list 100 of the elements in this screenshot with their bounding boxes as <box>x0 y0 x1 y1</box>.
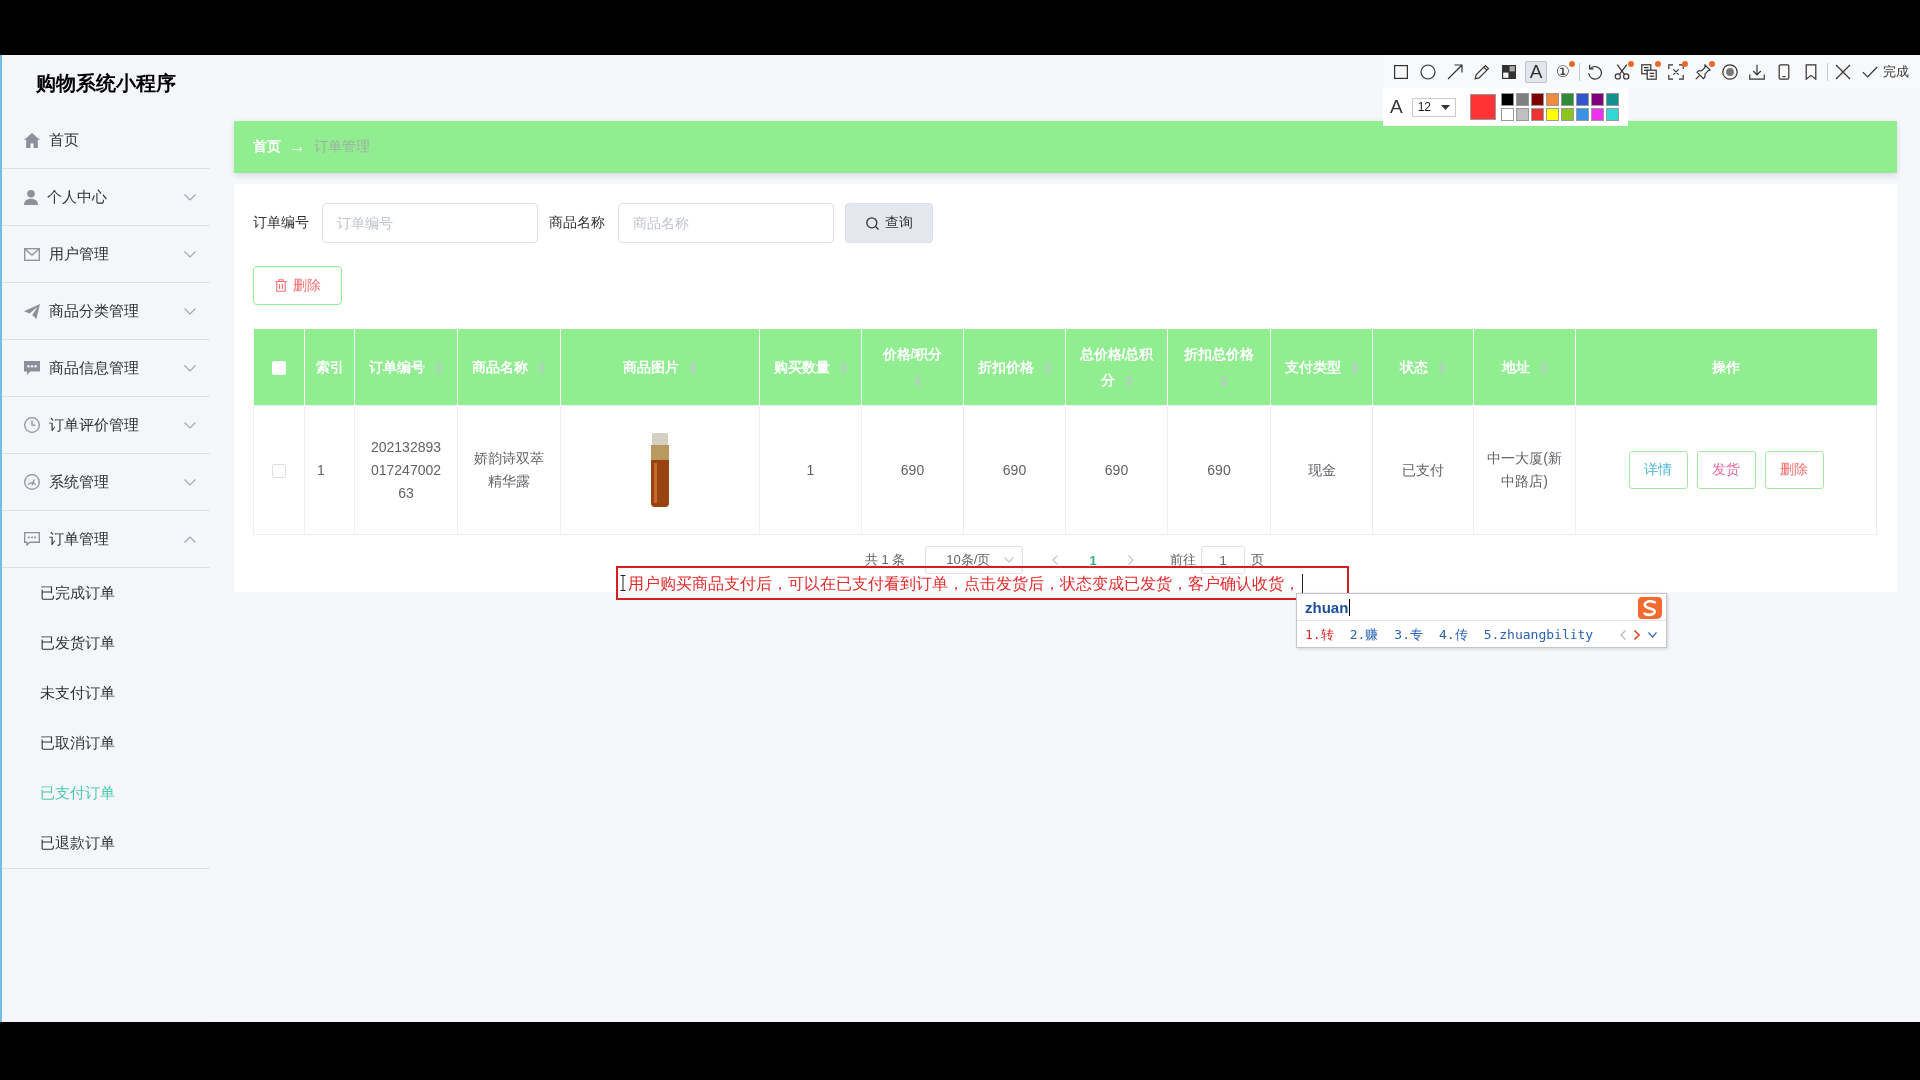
row-checkbox[interactable] <box>272 463 286 478</box>
bookmark-icon <box>1803 63 1819 80</box>
sidebar-item[interactable]: 个人中心 <box>2 169 210 226</box>
close-icon <box>1835 63 1851 80</box>
chat-bubble-icon <box>24 361 40 375</box>
color-swatch-icon[interactable] <box>1560 93 1574 106</box>
page-size-select[interactable]: 10条/页 <box>925 546 1024 574</box>
table-cell: 690 <box>963 405 1066 535</box>
color-swatch-icon[interactable] <box>1590 93 1604 106</box>
table-cell: 690 <box>861 405 964 535</box>
ime-candidate[interactable]: 1.转 <box>1305 625 1334 644</box>
search-field[interactable]: 订单编号 <box>322 203 538 243</box>
frame-cross-icon <box>1668 63 1684 80</box>
color-swatch-icon[interactable] <box>1530 108 1544 121</box>
pencil-icon <box>1474 63 1490 80</box>
text-tool[interactable]: A <box>1525 60 1547 83</box>
ime-candidate[interactable]: 5.zhuangbility <box>1483 627 1594 642</box>
submenu-item[interactable]: 已完成订单 <box>2 568 210 618</box>
color-swatch-icon[interactable] <box>1530 93 1544 106</box>
home-icon <box>24 132 40 148</box>
color-swatch-icon[interactable] <box>1545 93 1559 106</box>
sidebar-item[interactable]: 商品分类管理 <box>2 283 210 340</box>
chevron-right-icon <box>1128 555 1135 565</box>
paper-plane-icon <box>24 303 40 319</box>
expand-icon[interactable] <box>1648 631 1657 638</box>
column-header: 操作 <box>1575 329 1877 406</box>
color-swatch-icon[interactable] <box>1515 93 1529 106</box>
table-cell: 娇韵诗双萃精华露 <box>457 405 561 535</box>
translate-icon <box>1641 63 1657 80</box>
submenu-item[interactable]: 已取消订单 <box>2 718 210 768</box>
trash-icon <box>274 279 287 292</box>
color-swatch-icon[interactable] <box>1590 108 1604 121</box>
page-unit-label: 页 <box>1251 551 1265 569</box>
font-size-select[interactable]: 12 <box>1411 97 1456 117</box>
search-icon <box>865 216 879 230</box>
user-icon <box>24 189 38 205</box>
ime-candidate[interactable]: 4.传 <box>1438 625 1468 644</box>
field-label: 商品名称 <box>549 214 605 232</box>
envelope-icon <box>24 247 40 261</box>
dropdown-caret-icon <box>1440 104 1450 110</box>
field-label: 订单编号 <box>253 214 309 232</box>
ime-composition-text: zhuan <box>1305 598 1351 616</box>
number-tool[interactable]: ① <box>1552 60 1574 83</box>
chevron-right-icon[interactable] <box>1634 629 1640 640</box>
table-cell: 中一大厦(新中路店) <box>1473 405 1576 535</box>
submenu-item[interactable]: 已退款订单 <box>2 818 210 868</box>
sidebar-item[interactable]: 订单管理 <box>2 511 210 568</box>
scissors-icon <box>1614 63 1630 80</box>
chevron-down-icon <box>1004 557 1015 563</box>
select-all-checkbox[interactable] <box>271 361 286 376</box>
breadcrumb-separator: → <box>289 137 306 157</box>
undo-icon <box>1587 63 1603 80</box>
done-button[interactable]: 完成 <box>1859 60 1912 83</box>
app-title: 购物系统小程序 <box>35 71 177 96</box>
color-swatch-icon[interactable] <box>1545 108 1559 121</box>
table-cell: 690 <box>1167 405 1271 535</box>
ime-candidate[interactable]: 2.赚 <box>1349 625 1379 644</box>
sidebar-item[interactable]: 用户管理 <box>2 226 210 283</box>
square-icon <box>1393 63 1409 80</box>
goto-label: 前往 <box>1170 551 1197 569</box>
total-count: 共 1 条 <box>864 551 906 569</box>
sidebar-item[interactable]: 订单评价管理 <box>2 397 210 454</box>
sidebar-item[interactable]: 系统管理 <box>2 454 210 511</box>
color-swatch-icon[interactable] <box>1515 108 1529 121</box>
arrow-icon <box>1447 63 1463 80</box>
color-swatch-icon[interactable] <box>1575 93 1589 106</box>
color-swatch-icon[interactable] <box>1575 108 1589 121</box>
record-icon <box>1722 63 1738 80</box>
table-cell: 已支付 <box>1372 405 1474 535</box>
submenu-item[interactable]: 未支付订单 <box>2 668 210 718</box>
color-swatch-icon[interactable] <box>1560 108 1574 121</box>
download-icon <box>1749 63 1765 80</box>
chat-bubble-icon <box>24 532 40 546</box>
color-swatch-icon[interactable] <box>1605 108 1619 121</box>
search-button[interactable]: 查询 <box>845 203 933 243</box>
font-size-label: A <box>1390 96 1403 118</box>
pushpin-icon <box>1695 63 1711 80</box>
page-jump-field[interactable]: 1 <box>1201 546 1246 574</box>
phone-icon <box>1776 63 1792 80</box>
chevron-left-icon <box>1052 555 1059 565</box>
ime-candidate[interactable]: 3.专 <box>1394 625 1423 644</box>
circle-icon <box>1420 63 1436 80</box>
ocr-button[interactable] <box>1665 60 1687 83</box>
gauge-icon <box>24 474 40 490</box>
text-cursor-icon <box>620 575 626 591</box>
search-field[interactable]: 商品名称 <box>618 203 834 243</box>
color-swatch-icon[interactable] <box>1500 108 1514 121</box>
translate-button[interactable] <box>1638 60 1660 83</box>
table-cell: 现金 <box>1270 405 1373 535</box>
sidebar-item[interactable]: 商品信息管理 <box>2 340 210 397</box>
color-swatch-icon[interactable] <box>1500 93 1514 106</box>
clock-icon <box>24 417 40 433</box>
submenu-item[interactable]: 已发货订单 <box>2 618 210 668</box>
color-swatch-icon[interactable] <box>1605 93 1619 106</box>
table-cell: 20213289301724700263 <box>354 405 458 535</box>
sidebar-item[interactable]: 首页 <box>2 112 210 169</box>
table-cell: 1 <box>759 405 862 535</box>
table-cell: 690 <box>1065 405 1168 535</box>
checker-icon <box>1501 63 1517 80</box>
breadcrumb-current: 订单管理 <box>314 138 370 156</box>
